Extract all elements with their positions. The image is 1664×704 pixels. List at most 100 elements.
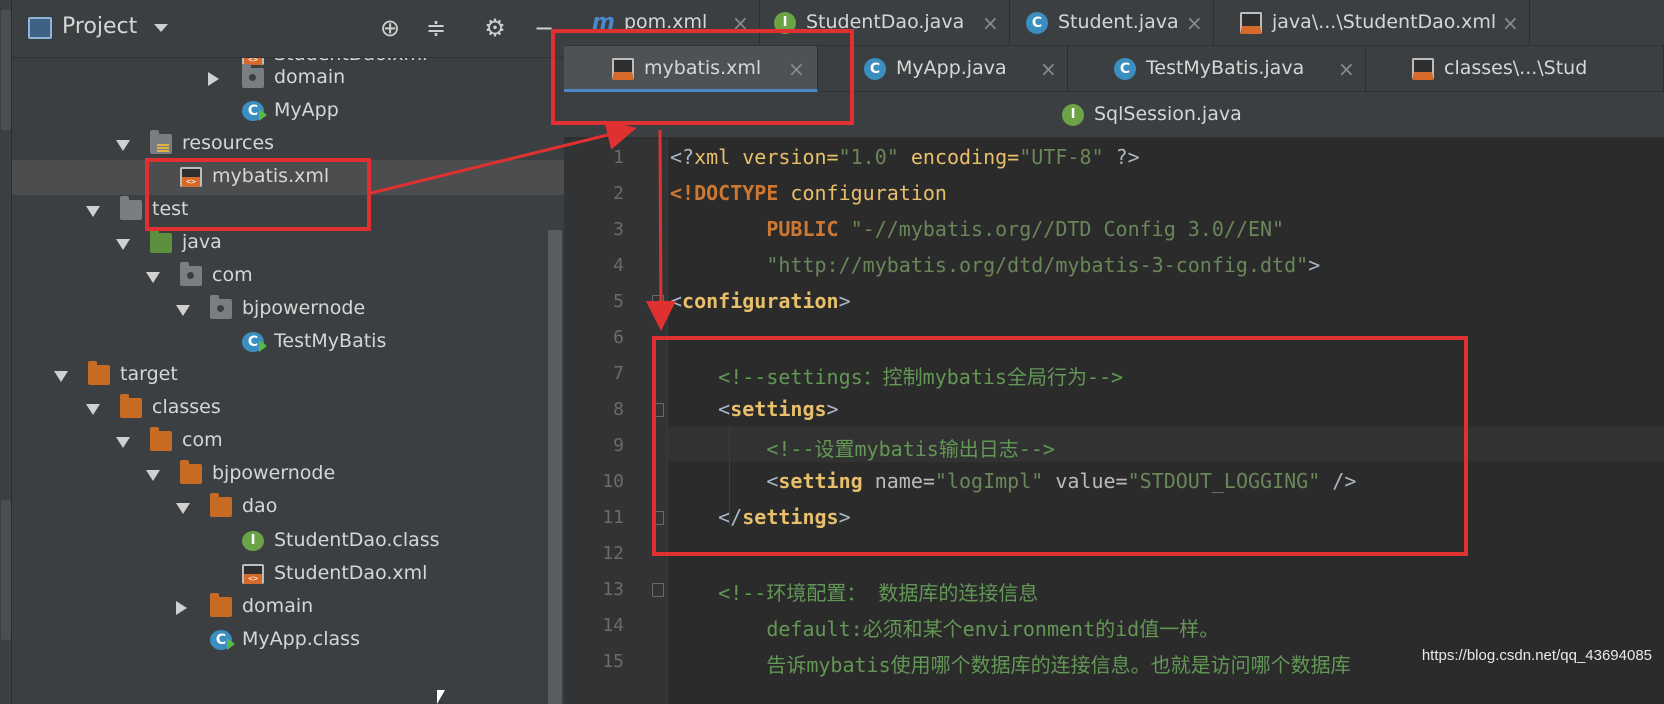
code-line[interactable]: <configuration> xyxy=(670,289,851,313)
editor-tab-label: MyApp.java xyxy=(896,57,1007,79)
class-icon: C xyxy=(1026,12,1048,34)
code-token: > xyxy=(838,289,851,313)
line-number: 12 xyxy=(602,543,624,564)
editor-tab[interactable]: I SqlSession.java xyxy=(1062,92,1252,138)
locate-icon[interactable]: ⊕ xyxy=(374,12,406,44)
line-number: 6 xyxy=(613,327,624,348)
tree-item-label: StudentDao.xml xyxy=(274,562,428,584)
tree-item[interactable]: com xyxy=(12,424,596,459)
tree-item[interactable]: java xyxy=(12,226,596,261)
java-class-icon: C xyxy=(242,101,267,121)
source-folder-icon xyxy=(150,229,172,253)
close-icon[interactable]: × xyxy=(1502,11,1519,35)
tree-item[interactable]: domain xyxy=(12,590,596,625)
code-line[interactable]: <!DOCTYPE configuration xyxy=(670,181,947,205)
structure-tool-tab[interactable] xyxy=(1,500,11,640)
code-token: <? xyxy=(670,145,695,169)
project-panel: StudentDao.xmldomainCMyAppresourcesmybat… xyxy=(12,0,596,704)
project-scrollbar[interactable] xyxy=(548,230,562,704)
line-number: 4 xyxy=(613,255,624,276)
code-line[interactable]: 告诉mybatis使用哪个数据库的连接信息。也就是访问哪个数据库 xyxy=(670,649,1350,678)
expanded-arrow-icon[interactable] xyxy=(146,470,160,481)
collapse-all-icon[interactable]: ≑ xyxy=(420,12,452,44)
line-number: 11 xyxy=(602,507,624,528)
annotation-box-tab xyxy=(551,29,854,125)
package-folder-icon xyxy=(180,262,202,286)
tree-item[interactable]: I StudentDao.class xyxy=(12,524,596,559)
tree-item[interactable]: StudentDao.xml xyxy=(12,557,596,592)
line-number: 5 xyxy=(613,291,624,312)
tree-item[interactable]: C MyApp.class xyxy=(12,623,596,658)
expanded-arrow-icon[interactable] xyxy=(86,206,100,217)
project-title[interactable]: Project xyxy=(62,14,137,39)
xml-file-icon xyxy=(1412,58,1434,80)
tree-item-label: bjpowernode xyxy=(242,297,366,319)
annotation-box-tree-file xyxy=(145,158,371,231)
tree-item-label: TestMyBatis xyxy=(274,330,387,352)
tree-item[interactable]: bjpowernode xyxy=(12,292,596,327)
tree-item-label: domain xyxy=(274,66,346,88)
tree-item-label: bjpowernode xyxy=(212,462,336,484)
line-number: 9 xyxy=(613,435,624,456)
editor-tab-label: SqlSession.java xyxy=(1094,103,1242,125)
expanded-arrow-icon[interactable] xyxy=(86,404,100,415)
tree-item[interactable]: domain xyxy=(12,61,596,96)
output-folder-icon xyxy=(88,361,110,385)
code-line[interactable]: PUBLIC "-//mybatis.org//DTD Config 3.0//… xyxy=(670,217,1284,241)
close-icon[interactable]: × xyxy=(982,11,999,35)
output-folder-icon xyxy=(210,493,232,517)
package-folder-icon xyxy=(242,64,264,88)
tree-item-label: target xyxy=(120,363,178,385)
interface-class-icon: I xyxy=(242,531,264,551)
chevron-down-icon[interactable] xyxy=(154,24,168,32)
code-line[interactable]: <!--环境配置： 数据库的连接信息 xyxy=(670,577,1038,606)
tree-item-label: resources xyxy=(182,132,275,154)
close-icon[interactable]: × xyxy=(1338,57,1355,81)
code-line[interactable]: <?xml version="1.0" encoding="UTF-8" ?> xyxy=(670,145,1140,169)
expanded-arrow-icon[interactable] xyxy=(116,437,130,448)
editor-tab[interactable]: C MyApp.java × xyxy=(818,46,1068,92)
output-folder-icon xyxy=(150,427,172,451)
tree-item[interactable]: target xyxy=(12,358,596,393)
tree-item-label: java xyxy=(182,231,222,253)
tree-item-label: StudentDao.class xyxy=(274,529,440,551)
editor-tab[interactable]: classes\...\Stud xyxy=(1366,46,1664,92)
line-number: 7 xyxy=(613,363,624,384)
code-token: configuration xyxy=(790,181,947,205)
tree-item[interactable]: classes xyxy=(12,391,596,426)
tree-item[interactable]: dao xyxy=(12,490,596,525)
tree-item[interactable]: C MyApp xyxy=(12,94,596,129)
tree-item[interactable]: C TestMyBatis xyxy=(12,325,596,360)
line-number: 10 xyxy=(602,471,624,492)
tree-item[interactable]: resources xyxy=(12,127,596,162)
code-line[interactable]: "http://mybatis.org/dtd/mybatis-3-config… xyxy=(670,253,1320,277)
expanded-arrow-icon[interactable] xyxy=(176,503,190,514)
tree-item[interactable]: com xyxy=(12,259,596,294)
watermark: https://blog.csdn.net/qq_43694085 xyxy=(1421,647,1652,664)
expanded-arrow-icon[interactable] xyxy=(116,140,130,151)
editor-tab[interactable]: java\...\StudentDao.xml × xyxy=(1214,0,1530,46)
close-icon[interactable]: × xyxy=(1186,11,1203,35)
fold-marker-icon[interactable] xyxy=(652,295,664,309)
close-icon[interactable]: × xyxy=(1040,57,1057,81)
tree-item[interactable]: bjpowernode xyxy=(12,457,596,492)
package-folder-icon xyxy=(210,295,232,319)
expanded-arrow-icon[interactable] xyxy=(146,272,160,283)
expanded-arrow-icon[interactable] xyxy=(116,239,130,250)
java-class-icon: C xyxy=(242,332,267,352)
project-tool-tab[interactable] xyxy=(1,10,11,130)
code-line[interactable]: default:必须和某个environment的id值一样。 xyxy=(670,613,1219,642)
collapsed-arrow-icon[interactable] xyxy=(176,601,187,615)
expanded-arrow-icon[interactable] xyxy=(176,305,190,316)
class-icon: C xyxy=(864,58,886,80)
editor-tab[interactable]: C Student.java × xyxy=(1010,0,1214,46)
mouse-cursor-icon xyxy=(437,690,445,704)
gear-icon[interactable]: ⚙ xyxy=(479,12,511,44)
collapsed-arrow-icon[interactable] xyxy=(208,72,219,86)
expanded-arrow-icon[interactable] xyxy=(54,371,68,382)
fold-marker-icon[interactable] xyxy=(652,583,664,597)
editor-tab-label: classes\...\Stud xyxy=(1444,57,1588,79)
editor-tab[interactable]: C TestMyBatis.java × xyxy=(1068,46,1366,92)
code-token: ?> xyxy=(1103,145,1140,169)
code-token: <!DOCTYPE xyxy=(670,181,791,205)
